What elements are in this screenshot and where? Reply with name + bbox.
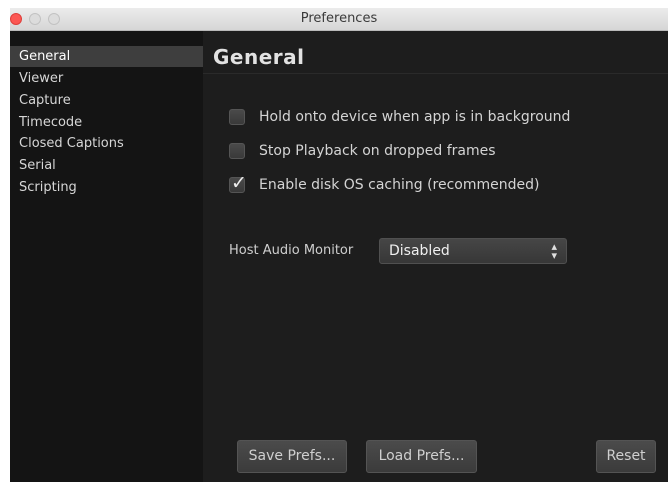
preferences-window: Preferences General Viewer Capture Timec…: [10, 8, 668, 482]
hold-device-checkbox[interactable]: [229, 109, 245, 125]
sidebar-item-serial[interactable]: Serial: [10, 155, 203, 176]
reset-button[interactable]: Reset: [596, 440, 656, 473]
sidebar-item-scripting[interactable]: Scripting: [10, 177, 203, 198]
disk-caching-label[interactable]: Enable disk OS caching (recommended): [259, 176, 539, 195]
stop-playback-label[interactable]: Stop Playback on dropped frames: [259, 142, 496, 161]
title-divider: [203, 73, 668, 74]
sidebar-item-general[interactable]: General: [10, 46, 203, 67]
sidebar-item-timecode[interactable]: Timecode: [10, 112, 203, 133]
host-audio-monitor-select[interactable]: Disabled ▴ ▾: [379, 238, 567, 264]
stop-playback-checkbox[interactable]: [229, 143, 245, 159]
main-panel: General Hold onto device when app is in …: [203, 31, 668, 482]
host-audio-monitor-label: Host Audio Monitor: [229, 243, 354, 258]
checkmark-icon: ✓: [231, 172, 247, 194]
load-prefs-button[interactable]: Load Prefs...: [366, 440, 477, 473]
window-title: Preferences: [300, 11, 378, 26]
page-title: General: [213, 45, 305, 69]
save-prefs-button[interactable]: Save Prefs...: [237, 440, 347, 473]
sidebar-item-viewer[interactable]: Viewer: [10, 68, 203, 89]
sidebar-item-closed-captions[interactable]: Closed Captions: [10, 133, 203, 154]
up-down-chevron-icon: ▴ ▾: [551, 240, 557, 262]
hold-device-label[interactable]: Hold onto device when app is in backgrou…: [259, 108, 570, 127]
title-bar: Preferences: [10, 8, 668, 31]
disk-caching-checkbox[interactable]: ✓: [229, 173, 247, 193]
sidebar: General Viewer Capture Timecode Closed C…: [10, 31, 203, 482]
sidebar-item-capture[interactable]: Capture: [10, 90, 203, 111]
host-audio-monitor-value: Disabled: [389, 243, 450, 259]
